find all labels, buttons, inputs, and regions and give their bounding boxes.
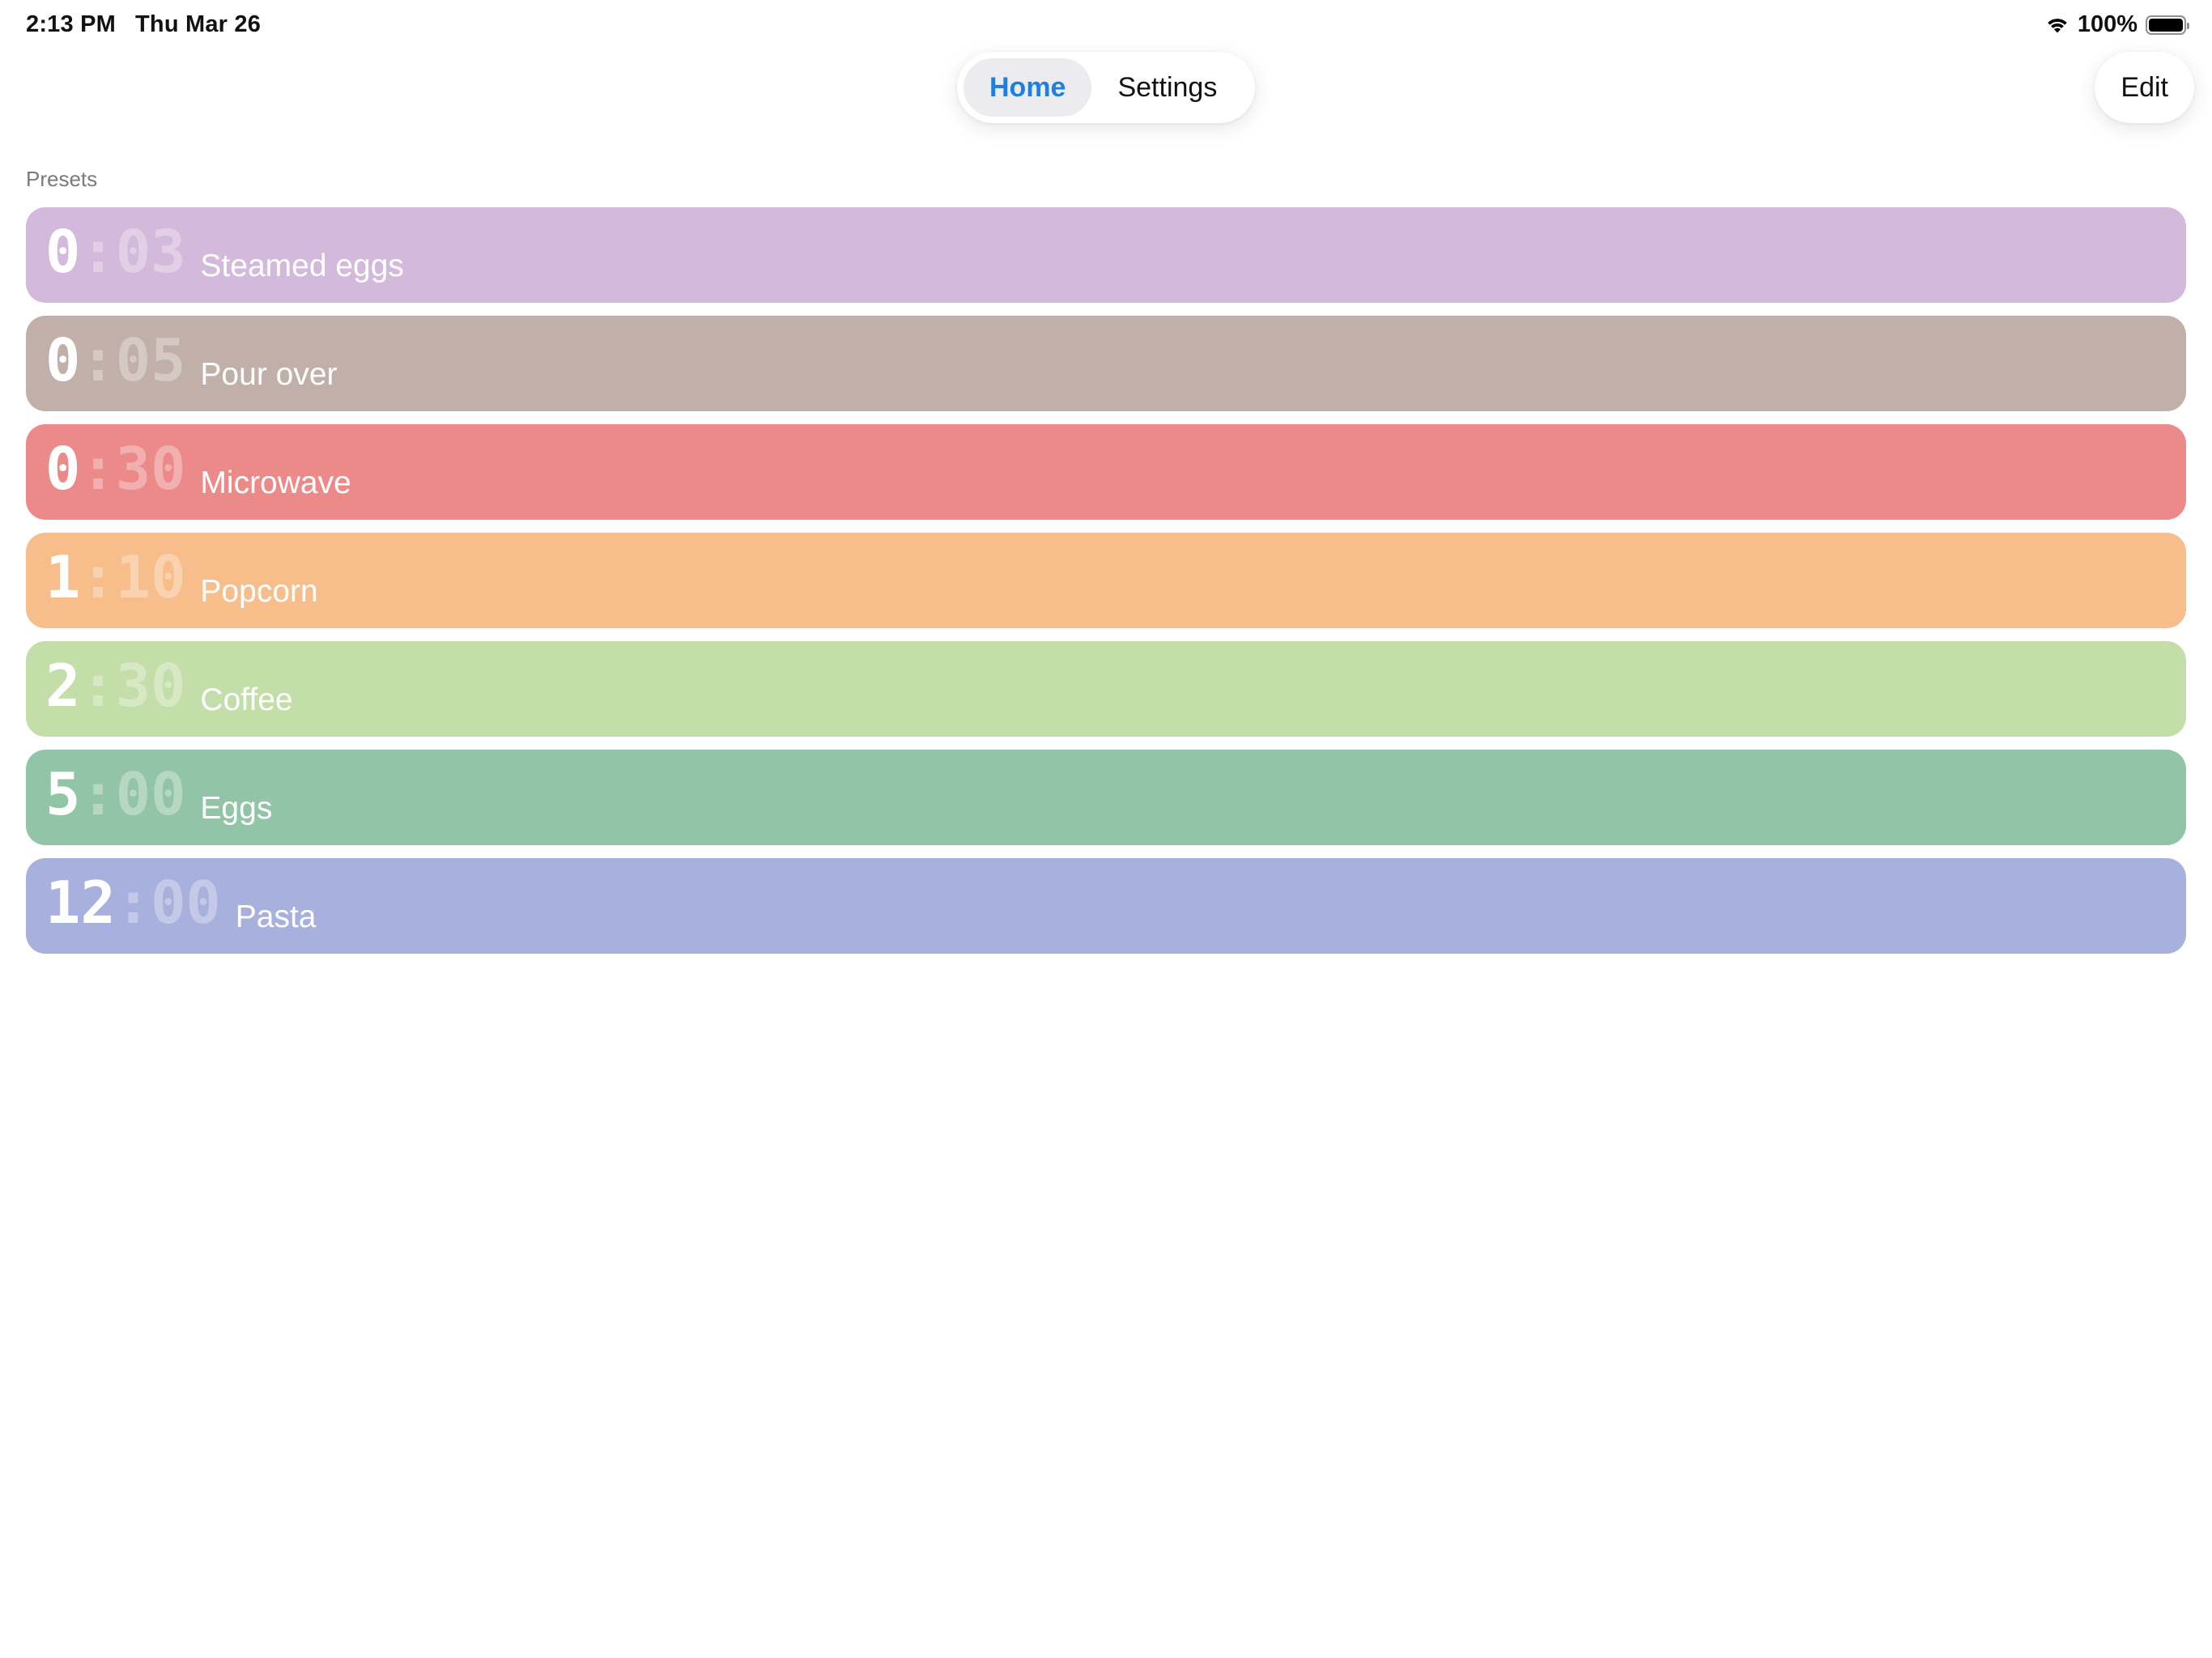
preset-name: Pasta bbox=[235, 899, 317, 934]
preset-minutes: 0 bbox=[45, 326, 81, 394]
preset-separator: : bbox=[115, 869, 151, 937]
tab-home[interactable]: Home bbox=[963, 58, 1092, 117]
preset-seconds: 00 bbox=[151, 869, 221, 937]
battery-icon bbox=[2146, 15, 2189, 35]
preset-time: 12:00 bbox=[45, 874, 221, 932]
wifi-icon bbox=[2045, 16, 2069, 34]
preset-time: 0:05 bbox=[45, 331, 185, 389]
status-date: Thu Mar 26 bbox=[135, 11, 262, 37]
tab-settings[interactable]: Settings bbox=[1091, 58, 1243, 117]
preset-row[interactable]: 5:00 Eggs bbox=[26, 750, 2186, 845]
status-left: 2:13 PM Thu Mar 26 bbox=[26, 11, 261, 38]
preset-time: 0:03 bbox=[45, 223, 185, 281]
preset-minutes: 12 bbox=[45, 869, 116, 937]
preset-time: 2:30 bbox=[45, 657, 185, 715]
preset-list: 0:03 Steamed eggs 0:05 Pour over 0:30 Mi… bbox=[26, 207, 2186, 954]
preset-time: 5:00 bbox=[45, 765, 185, 823]
preset-seconds: 30 bbox=[115, 652, 186, 720]
status-time: 2:13 PM bbox=[26, 11, 116, 37]
battery-fill bbox=[2149, 18, 2183, 32]
preset-minutes: 1 bbox=[45, 543, 81, 611]
preset-time: 0:30 bbox=[45, 440, 185, 498]
preset-row[interactable]: 0:05 Pour over bbox=[26, 316, 2186, 411]
status-right: 100% bbox=[2045, 11, 2189, 38]
preset-row[interactable]: 12:00 Pasta bbox=[26, 858, 2186, 954]
preset-name: Coffee bbox=[200, 682, 293, 717]
preset-separator: : bbox=[80, 218, 116, 286]
preset-name: Eggs bbox=[200, 791, 273, 826]
preset-minutes: 0 bbox=[45, 218, 81, 286]
preset-seconds: 03 bbox=[115, 218, 186, 286]
preset-name: Steamed eggs bbox=[200, 249, 404, 283]
preset-row[interactable]: 0:30 Microwave bbox=[26, 424, 2186, 520]
preset-seconds: 10 bbox=[115, 543, 186, 611]
preset-name: Pour over bbox=[200, 357, 338, 392]
preset-row[interactable]: 0:03 Steamed eggs bbox=[26, 207, 2186, 303]
preset-row[interactable]: 2:30 Coffee bbox=[26, 641, 2186, 737]
preset-separator: : bbox=[80, 760, 116, 828]
tab-bar: Home Settings bbox=[957, 52, 1255, 123]
preset-name: Microwave bbox=[200, 466, 351, 500]
preset-seconds: 00 bbox=[115, 760, 186, 828]
edit-button[interactable]: Edit bbox=[2095, 52, 2194, 123]
preset-separator: : bbox=[80, 652, 116, 720]
preset-name: Popcorn bbox=[200, 574, 318, 609]
preset-seconds: 30 bbox=[115, 435, 186, 503]
section-label-presets: Presets bbox=[26, 167, 98, 191]
battery-nub bbox=[2187, 22, 2189, 29]
preset-separator: : bbox=[80, 435, 116, 503]
preset-minutes: 2 bbox=[45, 652, 81, 720]
preset-time: 1:10 bbox=[45, 548, 185, 606]
preset-seconds: 05 bbox=[115, 326, 186, 394]
status-bar: 2:13 PM Thu Mar 26 100% bbox=[0, 0, 2212, 52]
preset-separator: : bbox=[80, 543, 116, 611]
preset-row[interactable]: 1:10 Popcorn bbox=[26, 533, 2186, 628]
preset-separator: : bbox=[80, 326, 116, 394]
preset-minutes: 0 bbox=[45, 435, 81, 503]
preset-minutes: 5 bbox=[45, 760, 81, 828]
battery-percent: 100% bbox=[2077, 11, 2138, 37]
